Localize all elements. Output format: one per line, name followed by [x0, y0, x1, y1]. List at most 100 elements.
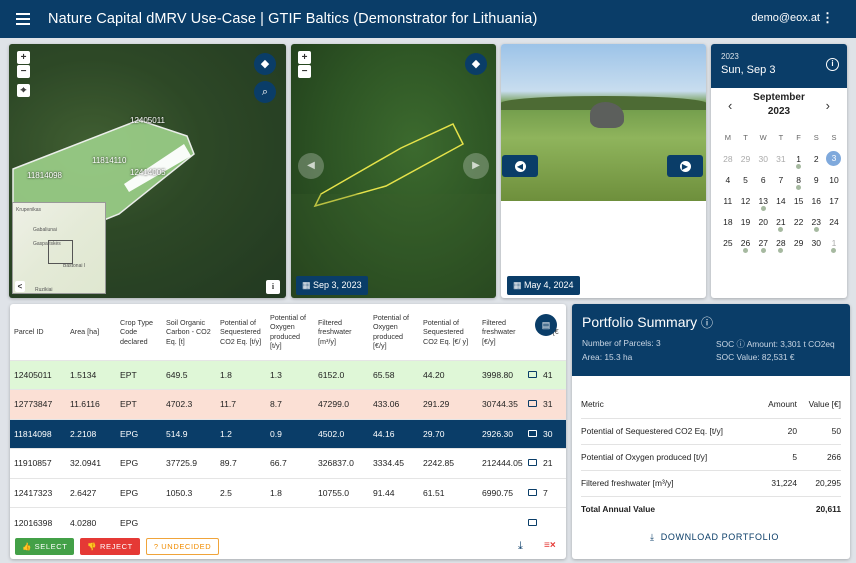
- select-button[interactable]: 👍 SELECT: [15, 538, 75, 555]
- next-image-button[interactable]: ▶: [463, 153, 489, 179]
- info-icon[interactable]: ⓘ: [701, 316, 713, 330]
- calendar-day[interactable]: 28: [772, 238, 790, 253]
- layers-icon[interactable]: ◆: [254, 53, 276, 75]
- reject-button[interactable]: 👎 REJECT: [80, 538, 140, 555]
- overview-label: Ruzikiai: [35, 287, 53, 293]
- column-header[interactable]: Crop Type Code declared: [116, 304, 162, 360]
- column-header[interactable]: Area [ha]: [66, 304, 116, 360]
- comment-icon[interactable]: [528, 429, 537, 437]
- calendar-day[interactable]: 9: [807, 175, 825, 185]
- zoom-out-button[interactable]: −: [17, 65, 30, 78]
- comment-icon[interactable]: [528, 459, 537, 467]
- calendar-day[interactable]: 29: [737, 154, 755, 164]
- calendar-day[interactable]: 11: [719, 196, 737, 206]
- comment-icon[interactable]: [528, 518, 537, 526]
- calendar-day[interactable]: 31: [772, 154, 790, 164]
- field-photo: ◀ ▶: [501, 44, 706, 201]
- calendar-day[interactable]: 23: [807, 217, 825, 232]
- calendar-day[interactable]: 12: [737, 196, 755, 206]
- calendar-day[interactable]: 28: [719, 154, 737, 164]
- calendar-day[interactable]: 1: [825, 238, 843, 253]
- calendar-day[interactable]: 30: [807, 238, 825, 248]
- image-date-chip[interactable]: ▦ Sep 3, 2023: [296, 276, 368, 295]
- layers-icon[interactable]: ◆: [465, 53, 487, 75]
- table-cell: [162, 507, 216, 537]
- user-email[interactable]: demo@eox.at: [751, 12, 820, 24]
- hamburger-icon[interactable]: [16, 10, 30, 28]
- calendar-day[interactable]: 21: [772, 217, 790, 232]
- calendar-day[interactable]: 22: [790, 217, 808, 227]
- day-number: 14: [776, 195, 786, 206]
- column-header[interactable]: Potential of Sequestered CO2 Eq. [t/y]: [216, 304, 266, 360]
- calendar-day[interactable]: 14: [772, 196, 790, 206]
- zoom-out-button[interactable]: −: [298, 65, 311, 78]
- info-icon[interactable]: i: [826, 58, 839, 71]
- column-header[interactable]: Filtered freshwater [m³/y]: [314, 304, 369, 360]
- calendar-day[interactable]: 29: [790, 238, 808, 248]
- table-row[interactable]: 12405011 1.5134 EPT 649.5 1.8 1.3 6152.0 65.58 4…: [10, 359, 566, 390]
- calendar-day[interactable]: 2: [807, 154, 825, 164]
- calendar-day[interactable]: 16: [807, 196, 825, 206]
- undecided-button[interactable]: ? UNDECIDED: [145, 538, 220, 555]
- clear-filter-icon[interactable]: ≡×: [544, 540, 556, 551]
- calendar-day[interactable]: 30: [754, 154, 772, 164]
- calendar-day[interactable]: 3: [826, 151, 842, 166]
- photo-prev-button[interactable]: ◀: [502, 155, 538, 177]
- comment-icon[interactable]: [528, 370, 537, 378]
- calendar-day[interactable]: 5: [737, 175, 755, 185]
- more-menu-icon[interactable]: ⋮: [821, 10, 834, 26]
- export-table-icon[interactable]: ▤: [535, 314, 557, 336]
- column-header[interactable]: Soil Organic Carbon - CO2 Eq. [t]: [162, 304, 216, 360]
- table-row[interactable]: 12417323 2.6427 EPG 1050.3 2.5 1.8 10755.0 91.4…: [10, 477, 566, 508]
- table-cell: 32.0941: [66, 448, 116, 478]
- photo-next-button[interactable]: ▶: [667, 155, 703, 177]
- calendar-day[interactable]: 4: [719, 175, 737, 185]
- overview-extent-box[interactable]: [48, 240, 73, 264]
- download-portfolio-button[interactable]: ⤓ DOWNLOAD PORTFOLIO: [650, 532, 779, 543]
- calendar-day[interactable]: 8: [790, 175, 808, 190]
- calendar-day[interactable]: 10: [825, 175, 843, 185]
- selected-year[interactable]: 2023: [721, 52, 837, 61]
- zoom-in-button[interactable]: +: [17, 51, 30, 64]
- column-header[interactable]: Potential of Oxygen produced [€/y]: [369, 304, 419, 360]
- download-icon[interactable]: ⤓: [518, 540, 523, 553]
- satellite-map[interactable]: + − ◆ ◀ ▶ ▦ Sep 3, 2023: [291, 44, 496, 298]
- calendar-day[interactable]: 20: [754, 217, 772, 227]
- calendar-day[interactable]: 1: [790, 154, 808, 169]
- photo-date-chip[interactable]: ▦ May 4, 2024: [507, 276, 580, 295]
- comment-icon[interactable]: [528, 400, 537, 408]
- column-header[interactable]: Parcel ID: [10, 304, 66, 360]
- calendar-day[interactable]: 25: [719, 238, 737, 248]
- table-row[interactable]: 12016398 4.0280 EPG: [10, 507, 566, 537]
- overview-collapse-button[interactable]: <: [15, 281, 25, 292]
- calendar-day[interactable]: 18: [719, 217, 737, 227]
- zoom-in-button[interactable]: +: [298, 51, 311, 64]
- locate-icon[interactable]: ⌖: [17, 84, 30, 97]
- chevron-left-icon[interactable]: ‹: [728, 98, 732, 113]
- table-row[interactable]: 11910857 32.0941 EPG 37725.9 89.7 66.7 326837.…: [10, 448, 566, 478]
- calendar-day[interactable]: 24: [825, 217, 843, 227]
- calendar-day[interactable]: 15: [790, 196, 808, 206]
- column-header[interactable]: Potential of Sequestered CO2 Eq. [€/ y]: [419, 304, 478, 360]
- previous-image-button[interactable]: ◀: [298, 153, 324, 179]
- day-number: 7: [778, 174, 784, 185]
- chevron-right-icon[interactable]: ›: [826, 98, 830, 113]
- column-header[interactable]: Filtered freshwater [€/y]: [478, 304, 524, 360]
- column-header[interactable]: Potential of Oxygen produced [t/y]: [266, 304, 314, 360]
- table-row[interactable]: 11814098 2.2108 EPG 514.9 1.2 0.9 4502.0 44.16 2…: [10, 418, 566, 449]
- calendar-day[interactable]: 7: [772, 175, 790, 185]
- calendar-day[interactable]: 19: [737, 217, 755, 227]
- info-button[interactable]: i: [266, 280, 280, 294]
- calendar-day[interactable]: 6: [754, 175, 772, 185]
- calendar-day[interactable]: 27: [754, 238, 772, 253]
- comment-icon[interactable]: [528, 488, 537, 496]
- calendar-day[interactable]: 26: [737, 238, 755, 253]
- parcel-map[interactable]: 12405011 11814110 11814098 12414005 + − …: [9, 44, 286, 298]
- calendar-day[interactable]: 17: [825, 196, 843, 206]
- portfolio-table-header: Metric Amount Value [€]: [581, 390, 841, 418]
- calendar-day[interactable]: 13: [754, 196, 772, 211]
- overview-map[interactable]: Krupenikas Gabaliunai Gaspariskės Baston…: [12, 202, 106, 294]
- search-icon[interactable]: ⌕: [254, 81, 276, 103]
- table-row[interactable]: 12773847 11.6116 EPT 4702.3 11.7 8.7 47299.0 43…: [10, 389, 566, 419]
- table-cell: [524, 418, 539, 449]
